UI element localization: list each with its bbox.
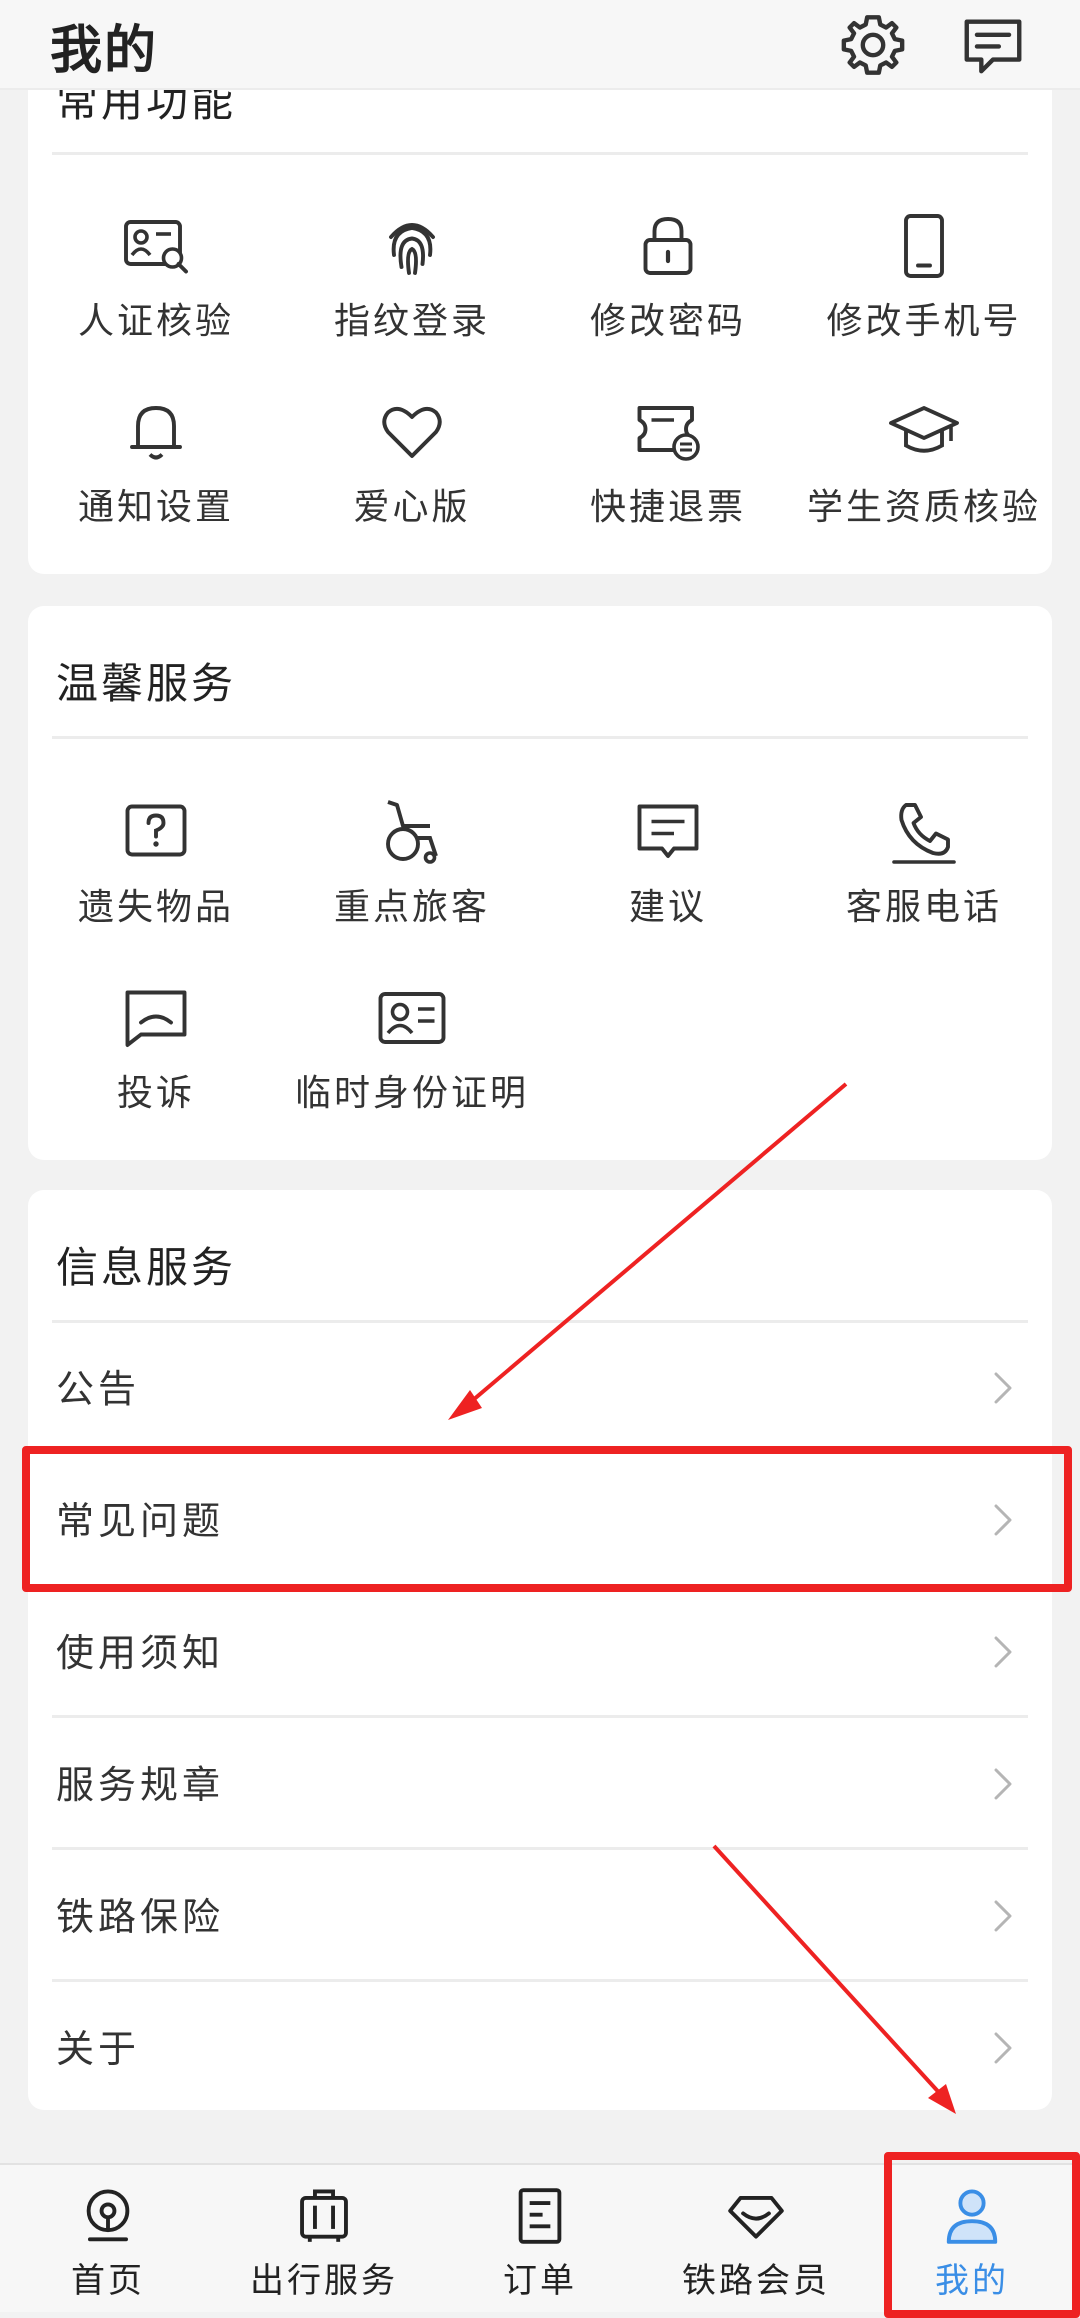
lock-icon	[643, 217, 693, 275]
luggage-icon	[300, 2189, 348, 2242]
grid-item-care-mode[interactable]: 爱心版	[284, 396, 540, 576]
chevron-right-icon	[994, 1768, 1012, 1800]
grid-item-label: 快捷退票	[589, 487, 746, 528]
person-icon	[946, 2189, 998, 2244]
railway-home-icon	[86, 2189, 130, 2242]
list-item-label: 关于	[56, 2027, 141, 2071]
top-header: 我的	[0, 0, 1080, 90]
grid-item-temp-id[interactable]: 临时身份证明	[284, 982, 540, 1162]
grid-item-label: 重点旅客	[333, 887, 490, 928]
warm-services-card: 温馨服务 遗失物品 重点旅客 建议 客服电话 投诉 临时身份证明	[28, 606, 1052, 1160]
id-card-icon	[378, 992, 446, 1044]
suggestion-icon	[637, 804, 699, 858]
grid-item-label: 遗失物品	[77, 887, 234, 928]
list-item-label: 铁路保险	[56, 1895, 225, 1939]
grid-item-label: 建议	[628, 887, 707, 928]
grid-item-label: 学生资质核验	[806, 487, 1041, 528]
grid-item-key-passengers[interactable]: 重点旅客	[284, 796, 540, 976]
list-item-service-rules[interactable]: 服务规章	[52, 1718, 1028, 1850]
grid-item-complaint[interactable]: 投诉	[28, 982, 284, 1162]
list-item-faq[interactable]: 常见问题	[52, 1454, 1028, 1586]
nav-item-home[interactable]: 首页	[0, 2165, 216, 2312]
chevron-right-icon	[994, 1636, 1012, 1668]
grid-item-fingerprint-login[interactable]: 指纹登录	[284, 210, 540, 390]
list-item-usage-notes[interactable]: 使用须知	[52, 1586, 1028, 1718]
grid-item-change-password[interactable]: 修改密码	[540, 210, 796, 390]
grid-item-quick-refund[interactable]: 快捷退票	[540, 396, 796, 576]
wheelchair-icon	[386, 800, 438, 864]
list-item-label: 常见问题	[56, 1499, 225, 1543]
complaint-icon	[125, 990, 187, 1047]
phone-icon	[904, 214, 944, 278]
chevron-right-icon	[994, 1900, 1012, 1932]
warm-section-title: 温馨服务	[56, 659, 237, 708]
chevron-right-icon	[994, 1372, 1012, 1404]
phone-call-icon	[892, 803, 956, 864]
grid-item-suggestion[interactable]: 建议	[540, 796, 796, 976]
nav-label: 出行服务	[250, 2261, 398, 2301]
nav-item-travel-services[interactable]: 出行服务	[216, 2165, 432, 2312]
grid-item-label: 修改手机号	[826, 301, 1022, 342]
list-item-railway-insurance[interactable]: 铁路保险	[52, 1850, 1028, 1982]
grid-item-label: 人证核验	[77, 301, 234, 342]
list-item-about[interactable]: 关于	[52, 1982, 1028, 2114]
divider	[52, 736, 1028, 739]
ticket-refund-icon	[637, 406, 700, 461]
grid-item-change-phone[interactable]: 修改手机号	[796, 210, 1052, 390]
grid-item-id-verify[interactable]: 人证核验	[28, 210, 284, 390]
grid-item-lost-items[interactable]: 遗失物品	[28, 796, 284, 976]
list-item-label: 服务规章	[56, 1763, 225, 1807]
info-services-card: 信息服务 公告 常见问题 使用须知 服务规章 铁路保险 关于	[28, 1190, 1052, 2110]
message-icon[interactable]	[958, 10, 1028, 80]
grid-item-notification-settings[interactable]: 通知设置	[28, 396, 284, 576]
nav-item-orders[interactable]: 订单	[432, 2165, 648, 2312]
order-icon	[518, 2188, 562, 2244]
grid-item-customer-service[interactable]: 客服电话	[796, 796, 1052, 976]
nav-label: 我的	[935, 2261, 1009, 2301]
list-item-label: 公告	[56, 1367, 141, 1411]
grid-item-label: 客服电话	[845, 887, 1002, 928]
info-section-title: 信息服务	[56, 1243, 237, 1292]
nav-label: 铁路会员	[682, 2261, 830, 2301]
nav-label: 订单	[503, 2261, 577, 2301]
chevron-right-icon	[994, 1504, 1012, 1536]
page-title: 我的	[50, 21, 159, 81]
grid-item-label: 修改密码	[589, 301, 746, 342]
bell-icon	[130, 406, 182, 460]
nav-label: 首页	[71, 2261, 145, 2301]
id-verify-icon	[124, 220, 188, 274]
grid-item-label: 指纹登录	[333, 301, 490, 342]
heart-icon	[382, 406, 442, 458]
list-item-label: 使用须知	[56, 1631, 225, 1675]
grid-item-student-verify[interactable]: 学生资质核验	[796, 396, 1052, 576]
fingerprint-icon	[389, 223, 435, 275]
grid-item-label: 爱心版	[353, 487, 471, 528]
chevron-right-icon	[994, 2032, 1012, 2064]
grid-item-label: 投诉	[116, 1073, 195, 1114]
nav-item-mine[interactable]: 我的	[864, 2165, 1080, 2312]
nav-item-railway-member[interactable]: 铁路会员	[648, 2165, 864, 2312]
list-item-announcement[interactable]: 公告	[52, 1322, 1028, 1454]
diamond-icon	[728, 2195, 784, 2239]
gear-icon[interactable]	[838, 10, 908, 80]
question-box-icon	[125, 804, 187, 857]
bottom-navigation: 首页 出行服务 订单 铁路会员 我的	[0, 2163, 1080, 2312]
grid-item-label: 通知设置	[77, 487, 234, 528]
graduation-cap-icon	[889, 406, 959, 453]
grid-item-label: 临时身份证明	[294, 1073, 529, 1114]
divider	[52, 152, 1028, 155]
